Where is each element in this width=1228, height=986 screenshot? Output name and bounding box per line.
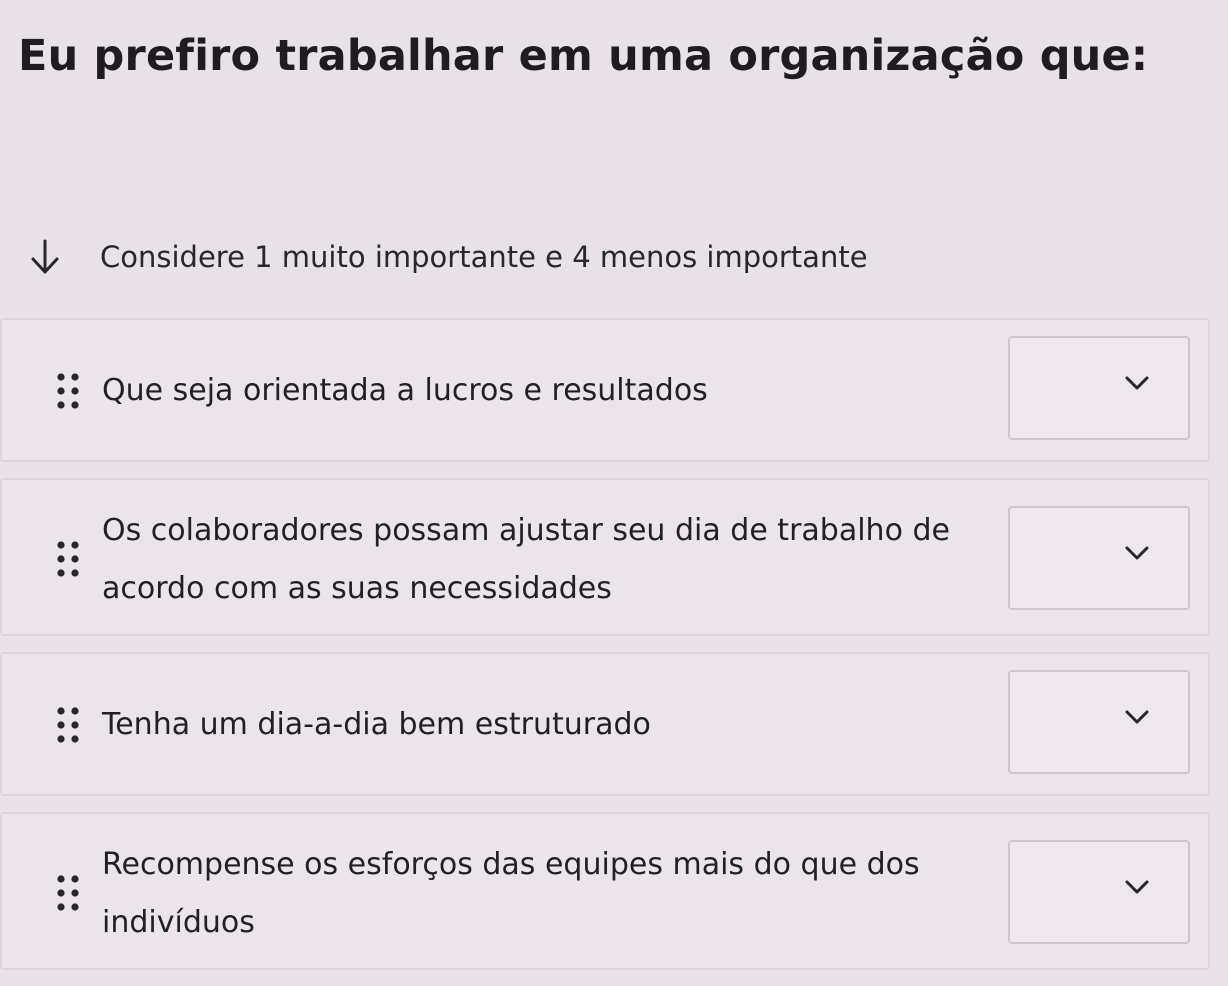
drag-handle-icon[interactable] <box>54 704 82 746</box>
drag-handle-icon[interactable] <box>54 872 82 914</box>
ranking-instruction: Considere 1 muito importante e 4 menos i… <box>28 232 868 282</box>
rank-select[interactable] <box>1008 506 1190 610</box>
ranking-item-label: Recompense os esforços das equipes mais … <box>102 847 920 940</box>
ranking-item[interactable]: Recompense os esforços das equipes mais … <box>0 812 1210 970</box>
instruction-text: Considere 1 muito importante e 4 menos i… <box>100 240 868 274</box>
ranking-item-label: Tenha um dia-a-dia bem estruturado <box>102 707 651 742</box>
ranking-item-label: Os colaboradores possam ajustar seu dia … <box>102 513 950 606</box>
drag-handle-icon[interactable] <box>54 370 82 412</box>
drag-handle-icon[interactable] <box>54 538 82 580</box>
rank-select[interactable] <box>1008 336 1190 440</box>
chevron-down-icon <box>1125 880 1149 894</box>
ranking-list: Que seja orientada a lucros e resultados… <box>0 318 1214 986</box>
ranking-item[interactable]: Os colaboradores possam ajustar seu dia … <box>0 478 1210 636</box>
question-title: Eu prefiro trabalhar em uma organização … <box>18 31 1149 81</box>
rank-select[interactable] <box>1008 670 1190 774</box>
arrow-down-icon <box>31 239 59 274</box>
chevron-down-icon <box>1125 710 1149 724</box>
ranking-item[interactable]: Que seja orientada a lucros e resultados <box>0 318 1210 462</box>
rank-select[interactable] <box>1008 840 1190 944</box>
ranking-item[interactable]: Tenha um dia-a-dia bem estruturado <box>0 652 1210 796</box>
ranking-item-label: Que seja orientada a lucros e resultados <box>102 373 708 408</box>
chevron-down-icon <box>1125 376 1149 390</box>
chevron-down-icon <box>1125 546 1149 560</box>
